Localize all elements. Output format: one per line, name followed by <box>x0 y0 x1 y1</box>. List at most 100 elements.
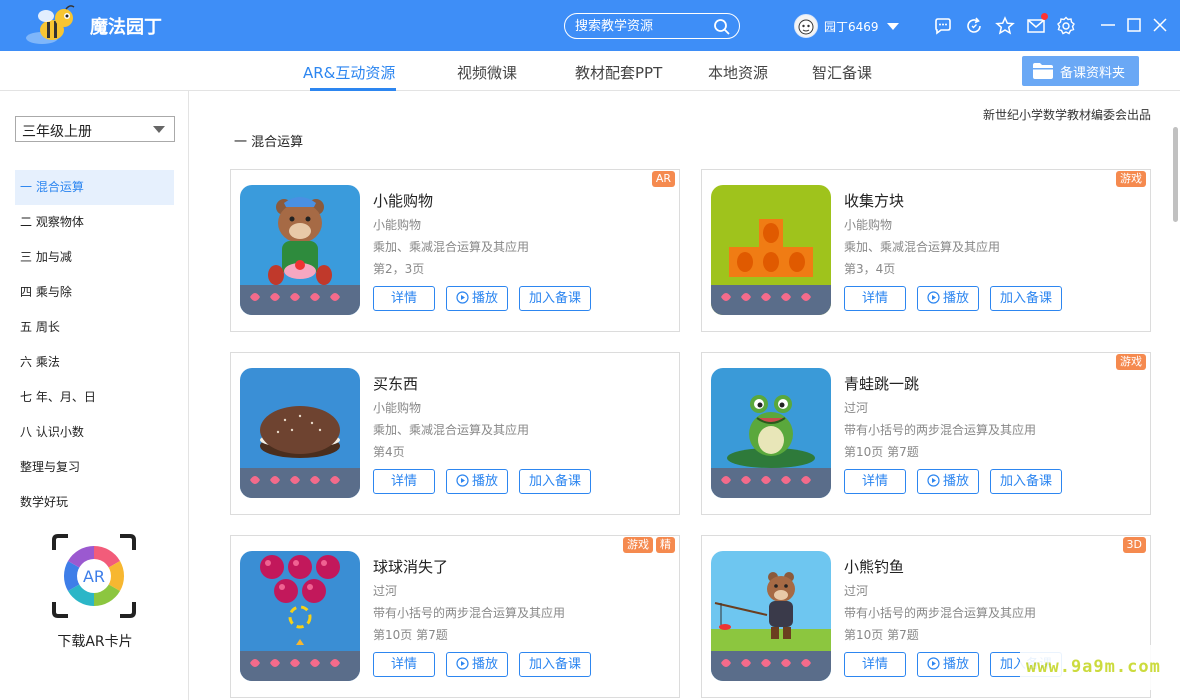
detail-button[interactable]: 详情 <box>373 469 435 494</box>
resource-pages: 第4页 <box>373 445 405 459</box>
avatar[interactable] <box>794 14 818 38</box>
watermark-text: www.9a9m.com <box>1026 657 1161 677</box>
chapter-item[interactable]: 八 认识小数 <box>15 415 174 450</box>
grade-select[interactable]: 三年级上册 <box>15 116 175 142</box>
chapter-item[interactable]: 一 混合运算 <box>15 170 174 205</box>
user-name: 园丁6469 <box>824 19 879 34</box>
play-label: 播放 <box>471 291 498 306</box>
resource-card[interactable]: 球球消失了 过河 带有小括号的两步混合运算及其应用 第10页 第7题 详情 播放… <box>230 535 680 698</box>
play-icon <box>927 657 940 670</box>
resource-tag: 3D <box>1122 537 1146 553</box>
bubbles-thumbnail[interactable] <box>240 551 360 681</box>
play-button[interactable]: 播放 <box>446 286 508 311</box>
resource-pages: 第10页 第7题 <box>844 628 919 642</box>
play-button[interactable]: 播放 <box>446 469 508 494</box>
detail-button[interactable]: 详情 <box>844 652 906 677</box>
resource-card[interactable]: 收集方块 小能购物 乘加、乘减混合运算及其应用 第3，4页 详情 播放 加入备课… <box>701 169 1151 332</box>
search-input[interactable] <box>575 17 705 35</box>
resource-title: 收集方块 <box>844 192 905 210</box>
chapter-item[interactable]: 五 周长 <box>15 310 174 345</box>
minimize-icon[interactable] <box>1098 15 1118 35</box>
search-icon[interactable] <box>713 18 731 36</box>
resource-tag: AR <box>651 171 675 187</box>
ar-card-icon[interactable]: AR <box>52 534 136 618</box>
chevron-down-icon <box>153 126 165 133</box>
cookie-thumbnail[interactable] <box>240 368 360 498</box>
chapter-item[interactable]: 六 乘法 <box>15 345 174 380</box>
resource-pages: 第2，3页 <box>373 262 425 276</box>
add-to-prep-button[interactable]: 加入备课 <box>990 286 1062 311</box>
add-to-prep-button[interactable]: 加入备课 <box>519 652 591 677</box>
chapter-item[interactable]: 二 观察物体 <box>15 205 174 240</box>
add-to-prep-button[interactable]: 加入备课 <box>519 469 591 494</box>
tab-textbook-ppt[interactable]: 教材配套PPT <box>575 62 662 83</box>
user-menu[interactable]: 园丁6469 <box>794 14 899 38</box>
resource-card[interactable]: 青蛙跳一跳 过河 带有小括号的两步混合运算及其应用 第10页 第7题 详情 播放… <box>701 352 1151 515</box>
play-button[interactable]: 播放 <box>917 652 979 677</box>
refresh-icon[interactable] <box>964 16 984 36</box>
resource-card[interactable]: 小能购物 小能购物 乘加、乘减混合运算及其应用 第2，3页 详情 播放 加入备课… <box>230 169 680 332</box>
search-box[interactable] <box>564 13 740 39</box>
gear-icon[interactable] <box>1056 16 1076 36</box>
add-to-prep-button[interactable]: 加入备课 <box>519 286 591 311</box>
chat-icon[interactable] <box>933 16 953 36</box>
tab-local-resources[interactable]: 本地资源 <box>708 62 768 83</box>
resource-subtitle: 过河 <box>844 584 869 598</box>
title-bar: 魔法园丁 园丁6469 <box>0 0 1180 51</box>
resource-subtitle: 过河 <box>844 401 869 415</box>
resource-description: 带有小括号的两步混合运算及其应用 <box>844 423 1037 437</box>
frog-thumbnail[interactable] <box>711 368 831 498</box>
resource-subtitle: 小能购物 <box>373 401 422 415</box>
prep-folder-label: 备课资料夹 <box>1060 65 1126 81</box>
scrollbar-thumb[interactable] <box>1173 127 1178 222</box>
star-icon[interactable] <box>995 16 1015 36</box>
orange-blocks-thumbnail[interactable] <box>711 185 831 315</box>
play-icon <box>456 657 469 670</box>
play-button[interactable]: 播放 <box>446 652 508 677</box>
tab-ar-resources[interactable]: AR&互动资源 <box>303 62 395 83</box>
user-avatar-icon <box>798 19 814 35</box>
resource-tag: 游戏 <box>1116 171 1146 187</box>
sidebar: 三年级上册 一 混合运算 二 观察物体 三 加与减 四 乘与除 五 周长 六 乘… <box>0 91 189 700</box>
maximize-icon[interactable] <box>1124 15 1144 35</box>
detail-button[interactable]: 详情 <box>844 469 906 494</box>
scrollbar[interactable] <box>1170 92 1180 700</box>
tab-video-lessons[interactable]: 视频微课 <box>457 62 517 83</box>
chevron-down-icon[interactable] <box>886 22 899 30</box>
chapter-item[interactable]: 整理与复习 <box>15 450 174 485</box>
add-to-prep-button[interactable]: 加入备课 <box>990 469 1062 494</box>
mail-button[interactable] <box>1026 13 1048 36</box>
folder-icon <box>1033 63 1053 79</box>
chapter-item[interactable]: 七 年、月、日 <box>15 380 174 415</box>
resource-subtitle: 小能购物 <box>844 218 893 232</box>
play-label: 播放 <box>942 474 969 489</box>
play-label: 播放 <box>942 291 969 306</box>
download-ar-card-label[interactable]: 下载AR卡片 <box>40 631 150 651</box>
watermark: www.9a9m.com <box>1020 645 1180 690</box>
play-button[interactable]: 播放 <box>917 286 979 311</box>
prep-folder-button[interactable]: 备课资料夹 <box>1022 56 1139 86</box>
bear-shopping-thumbnail[interactable] <box>240 185 360 315</box>
chapter-item[interactable]: 四 乘与除 <box>15 275 174 310</box>
notification-dot <box>1041 13 1048 20</box>
detail-button[interactable]: 详情 <box>373 652 435 677</box>
detail-button[interactable]: 详情 <box>373 286 435 311</box>
resource-card[interactable]: 买东西 小能购物 乘加、乘减混合运算及其应用 第4页 详情 播放 加入备课 <box>230 352 680 515</box>
resource-subtitle: 过河 <box>373 584 398 598</box>
close-icon[interactable] <box>1150 15 1170 35</box>
chapter-item[interactable]: 数学好玩 <box>15 485 174 520</box>
resource-pages: 第10页 第7题 <box>373 628 448 642</box>
resource-pages: 第10页 第7题 <box>844 445 919 459</box>
bear-fishing-thumbnail[interactable] <box>711 551 831 681</box>
grade-select-value: 三年级上册 <box>22 124 92 140</box>
resource-description: 乘加、乘减混合运算及其应用 <box>844 240 1001 254</box>
tab-smart-prep[interactable]: 智汇备课 <box>812 62 872 83</box>
bee-logo-icon <box>26 5 75 44</box>
resource-title: 小能购物 <box>373 192 434 210</box>
chapter-item[interactable]: 三 加与减 <box>15 240 174 275</box>
detail-button[interactable]: 详情 <box>844 286 906 311</box>
resource-description: 乘加、乘减混合运算及其应用 <box>373 240 530 254</box>
resource-title: 买东西 <box>373 375 419 393</box>
play-button[interactable]: 播放 <box>917 469 979 494</box>
nav-tabs: AR&互动资源 视频微课 教材配套PPT 本地资源 智汇备课 <box>0 51 1180 91</box>
